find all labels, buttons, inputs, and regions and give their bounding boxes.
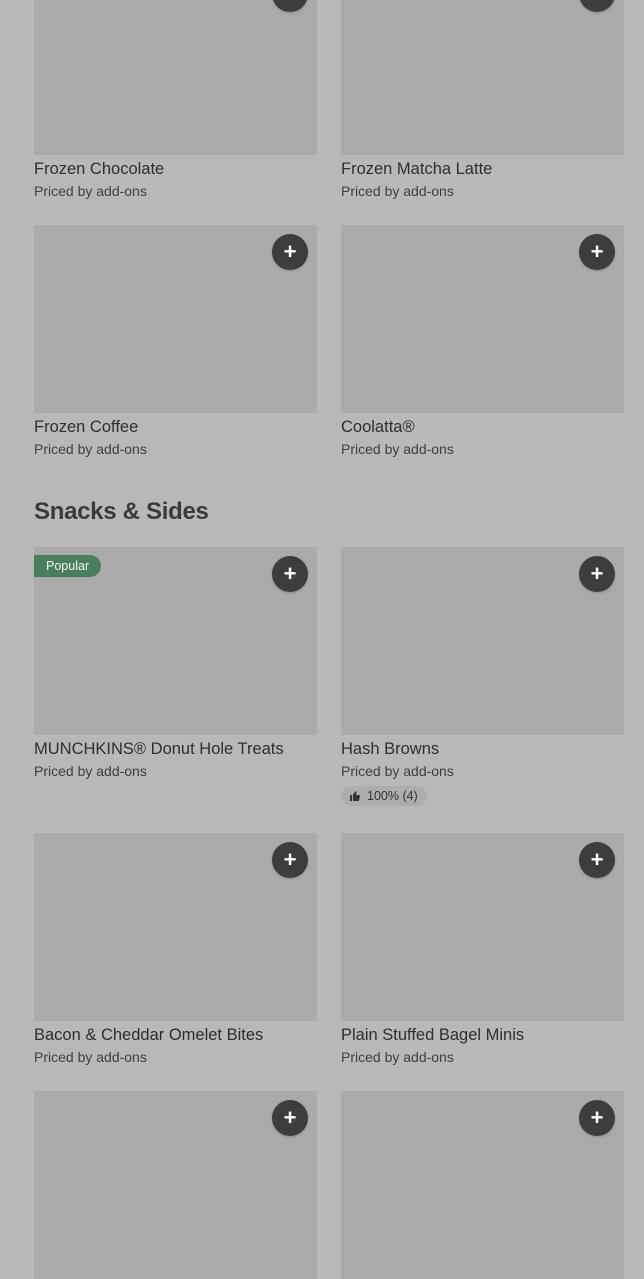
add-to-cart-button[interactable]: + [272, 556, 308, 592]
item-price: Priced by add-ons [34, 1049, 147, 1065]
item-image[interactable]: + [34, 833, 317, 1021]
item-image[interactable]: + [341, 1091, 624, 1279]
plus-icon: + [283, 1105, 297, 1130]
item-price: Priced by add-ons [34, 183, 147, 199]
add-to-cart-button[interactable]: + [272, 1100, 308, 1136]
section-heading: Snacks & Sides [34, 498, 209, 525]
item-image[interactable]: + [341, 225, 624, 413]
menu-item-card[interactable]: + Frozen Matcha Latte Priced by add-ons [341, 0, 624, 199]
thumbs-up-icon [350, 791, 360, 802]
menu-item-card[interactable]: + Hash Browns Priced by add-ons 100% (4) [341, 547, 624, 807]
item-price: Priced by add-ons [341, 441, 454, 457]
item-name[interactable]: Frozen Matcha Latte [341, 160, 624, 179]
item-price: Priced by add-ons [341, 763, 454, 779]
menu-item-card[interactable]: + [34, 1091, 317, 1279]
add-to-cart-button[interactable]: + [579, 556, 615, 592]
rating-badge: 100% (4) [341, 786, 427, 806]
menu-item-card[interactable]: + Plain Stuffed Bagel Minis Priced by ad… [341, 833, 624, 1065]
plus-icon: + [283, 561, 297, 586]
plus-icon: + [284, 0, 297, 5]
item-price: Priced by add-ons [34, 441, 147, 457]
item-image[interactable]: + [341, 0, 624, 155]
plus-icon: + [283, 239, 297, 264]
add-to-cart-button[interactable]: + [579, 1100, 615, 1136]
popular-badge: Popular [34, 555, 102, 577]
item-image[interactable]: + [34, 225, 317, 413]
item-image[interactable]: + [34, 0, 317, 155]
menu-item-card[interactable]: + Frozen Chocolate Priced by add-ons [34, 0, 317, 199]
plus-icon: + [590, 847, 604, 872]
add-to-cart-button[interactable]: + [272, 0, 308, 12]
item-image[interactable]: Popular + [34, 547, 317, 735]
item-name[interactable]: Plain Stuffed Bagel Minis [341, 1026, 624, 1045]
menu-item-card[interactable]: + Frozen Coffee Priced by add-ons [34, 225, 317, 457]
add-to-cart-button[interactable]: + [579, 842, 615, 878]
item-image[interactable]: + [341, 833, 624, 1021]
plus-icon: + [590, 1105, 604, 1130]
menu-item-card[interactable]: + Coolatta® Priced by add-ons [341, 225, 624, 457]
rating-text: 100% (4) [367, 789, 418, 803]
plus-icon: + [591, 0, 604, 5]
menu-item-card[interactable]: Popular + MUNCHKINS® Donut Hole Treats P… [34, 547, 317, 779]
menu-item-card[interactable]: + [341, 1091, 624, 1279]
item-name[interactable]: Hash Browns [341, 740, 624, 759]
item-name[interactable]: MUNCHKINS® Donut Hole Treats [34, 740, 317, 759]
add-to-cart-button[interactable]: + [579, 234, 615, 270]
plus-icon: + [283, 847, 297, 872]
add-to-cart-button[interactable]: + [272, 234, 308, 270]
add-to-cart-button[interactable]: + [272, 842, 308, 878]
add-to-cart-button[interactable]: + [579, 0, 615, 12]
item-name[interactable]: Bacon & Cheddar Omelet Bites [34, 1026, 317, 1045]
item-price: Priced by add-ons [34, 763, 147, 779]
item-name[interactable]: Coolatta® [341, 418, 624, 437]
item-image[interactable]: + [341, 547, 624, 735]
item-name[interactable]: Frozen Coffee [34, 418, 317, 437]
item-image[interactable]: + [34, 1091, 317, 1279]
item-name[interactable]: Frozen Chocolate [34, 160, 317, 179]
plus-icon: + [590, 239, 604, 264]
item-price: Priced by add-ons [341, 1049, 454, 1065]
plus-icon: + [590, 561, 604, 586]
item-price: Priced by add-ons [341, 183, 454, 199]
menu-item-card[interactable]: + Bacon & Cheddar Omelet Bites Priced by… [34, 833, 317, 1065]
